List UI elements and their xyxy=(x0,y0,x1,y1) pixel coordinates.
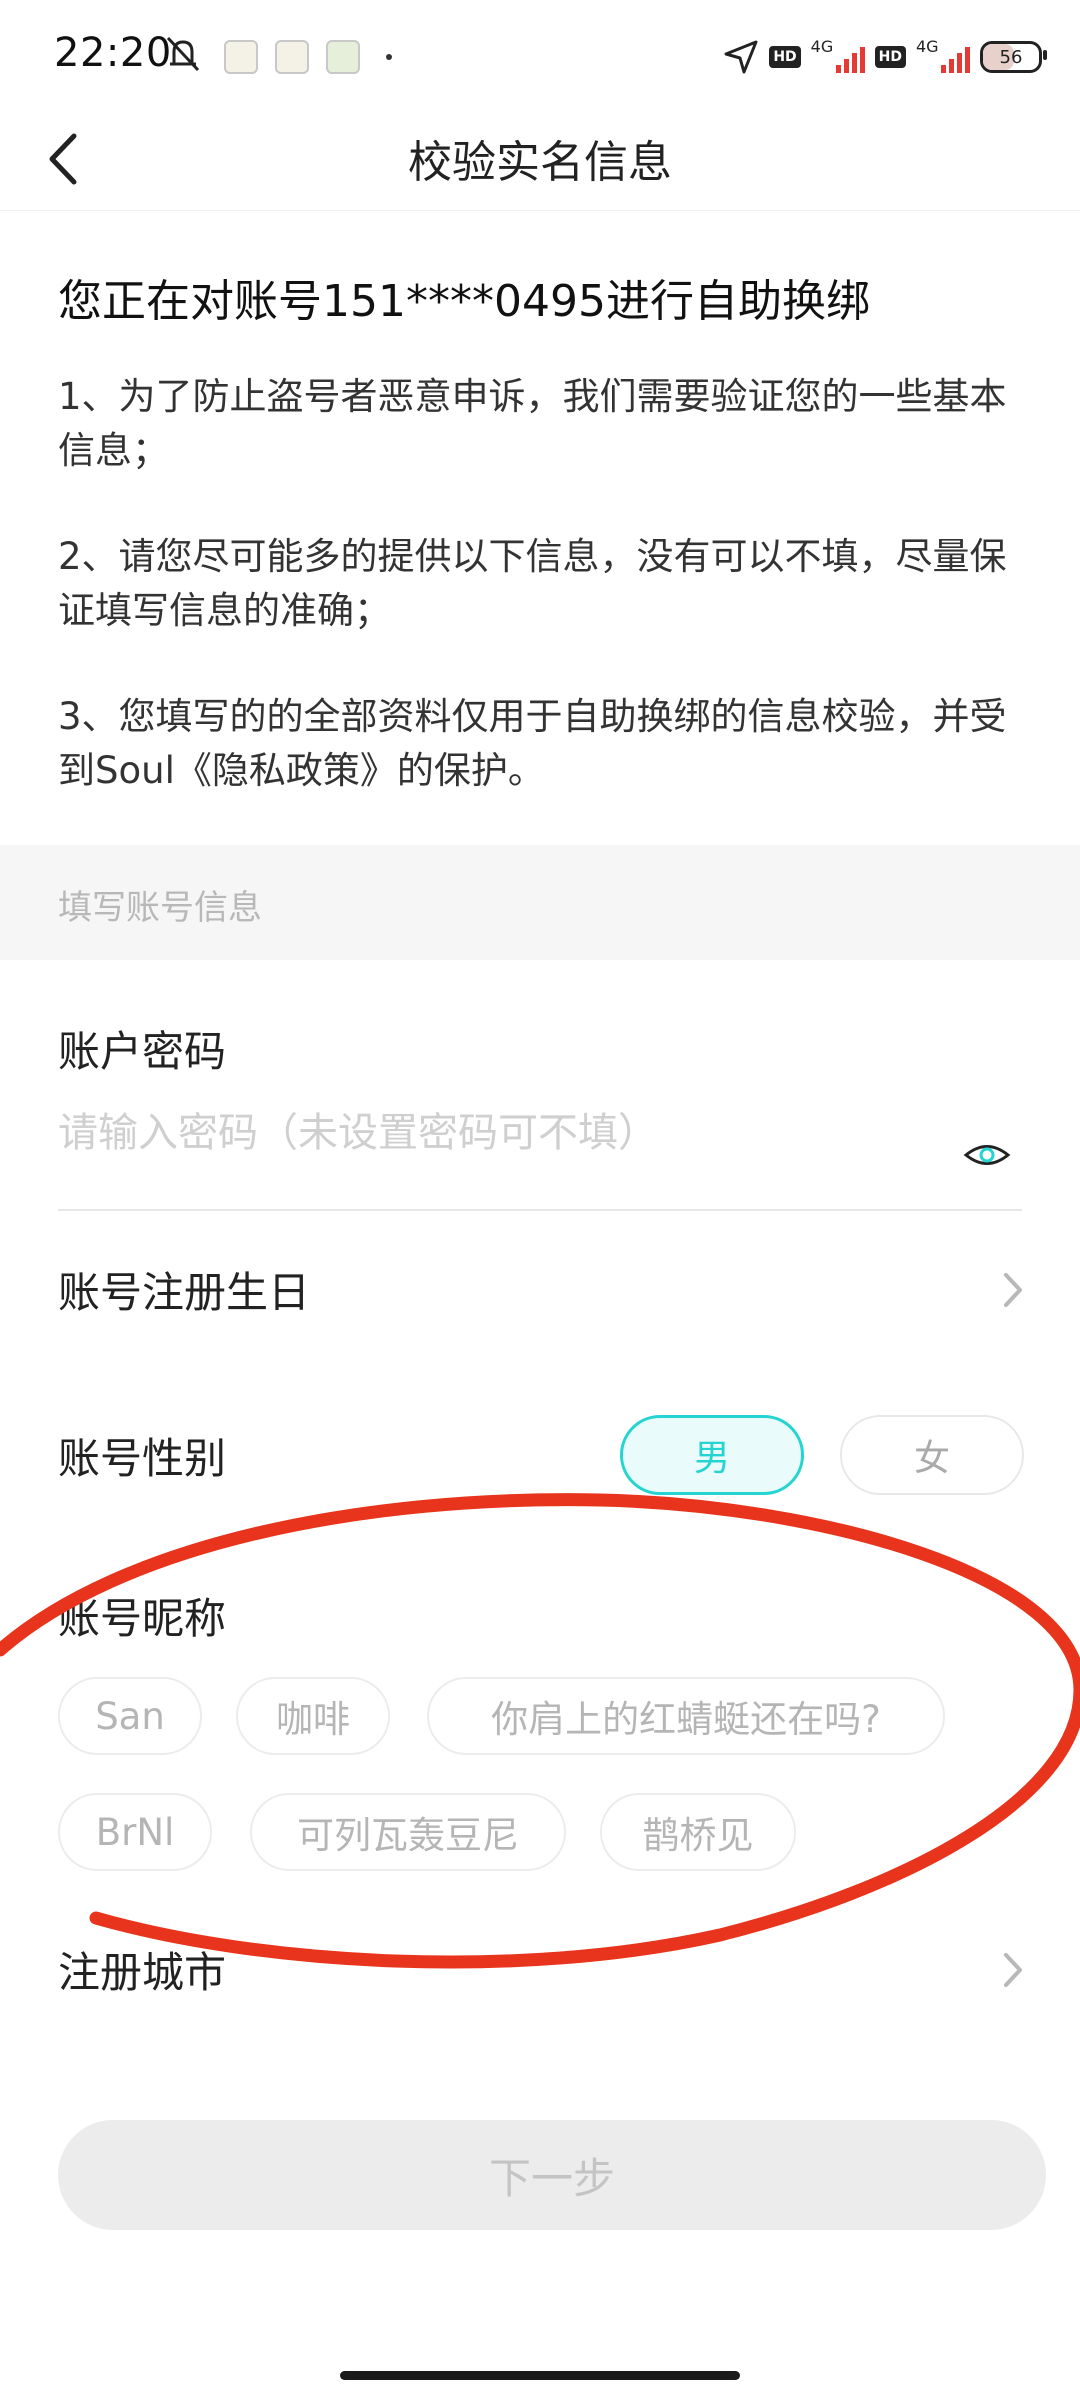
nickname-option[interactable]: 咖啡 xyxy=(236,1677,390,1755)
intro-paragraph: 2、请您尽可能多的提供以下信息，没有可以不填，尽量保证填写信息的准确； xyxy=(58,535,1007,632)
chevron-right-icon xyxy=(1004,1273,1022,1307)
section-header: 填写账号信息 xyxy=(0,845,1080,960)
app-notification-icon xyxy=(224,40,258,74)
network-type: 4G xyxy=(916,37,939,56)
password-label: 账户密码 xyxy=(58,1027,227,1076)
chevron-right-icon xyxy=(1004,1953,1022,1987)
annotation-circle xyxy=(0,1493,1080,1969)
hd-badge: HD xyxy=(769,46,801,68)
birthday-label: 账号注册生日 xyxy=(58,1268,311,1317)
nickname-option[interactable]: San xyxy=(58,1677,202,1755)
app-notification-icon xyxy=(275,40,309,74)
intro-paragraph: 3、您填写的的全部资料仅用于自助换绑的信息校验，并受到Soul《隐私政策》的保护… xyxy=(58,695,1007,792)
section-label: 填写账号信息 xyxy=(58,888,262,928)
battery-level: 56 xyxy=(999,46,1023,68)
intro-paragraph: 1、为了防止盗号者恶意申诉，我们需要验证您的一些基本信息； xyxy=(58,375,1007,472)
page-title: 校验实名信息 xyxy=(408,137,672,188)
gender-option-male[interactable]: 男 xyxy=(620,1415,804,1495)
city-row[interactable]: 注册城市 xyxy=(0,1915,1080,2025)
nav-bar: 校验实名信息 xyxy=(0,110,1080,211)
hd-badge: HD xyxy=(874,46,906,68)
signal-icon: 4G xyxy=(811,37,865,77)
password-input[interactable] xyxy=(58,1110,958,1156)
eye-icon[interactable] xyxy=(962,1130,1012,1180)
gender-option-female[interactable]: 女 xyxy=(840,1415,1024,1495)
home-indicator[interactable] xyxy=(340,2371,740,2380)
mute-icon xyxy=(166,36,200,72)
status-indicators: HD 4G HD 4G 56 xyxy=(723,32,1047,82)
gender-label: 账号性别 xyxy=(58,1434,227,1483)
nickname-option[interactable]: 可列瓦轰豆尼 xyxy=(250,1793,566,1871)
nickname-option[interactable]: 鹊桥见 xyxy=(600,1793,796,1871)
nickname-option[interactable]: BrNl xyxy=(58,1793,212,1871)
nickname-label: 账号昵称 xyxy=(58,1594,227,1643)
status-bar: 22:20 HD 4G HD 4G 56 xyxy=(0,0,1080,110)
status-dot xyxy=(386,54,392,60)
battery-icon: 56 xyxy=(980,41,1047,73)
nickname-option[interactable]: 你肩上的红蜻蜓还在吗? xyxy=(427,1677,945,1755)
city-label: 注册城市 xyxy=(58,1948,227,1997)
app-notification-icon xyxy=(326,40,360,74)
intro-block: 您正在对账号151****0495进行自助换绑 xyxy=(58,265,1028,329)
status-time: 22:20 xyxy=(54,30,172,76)
network-type: 4G xyxy=(810,37,834,56)
next-button[interactable]: 下一步 xyxy=(58,2120,1046,2230)
signal-icon: 4G xyxy=(916,37,970,77)
divider xyxy=(58,1209,1022,1211)
intro-title: 您正在对账号151****0495进行自助换绑 xyxy=(58,276,870,327)
birthday-row[interactable]: 账号注册生日 xyxy=(0,1235,1080,1345)
location-arrow-icon xyxy=(724,40,758,74)
